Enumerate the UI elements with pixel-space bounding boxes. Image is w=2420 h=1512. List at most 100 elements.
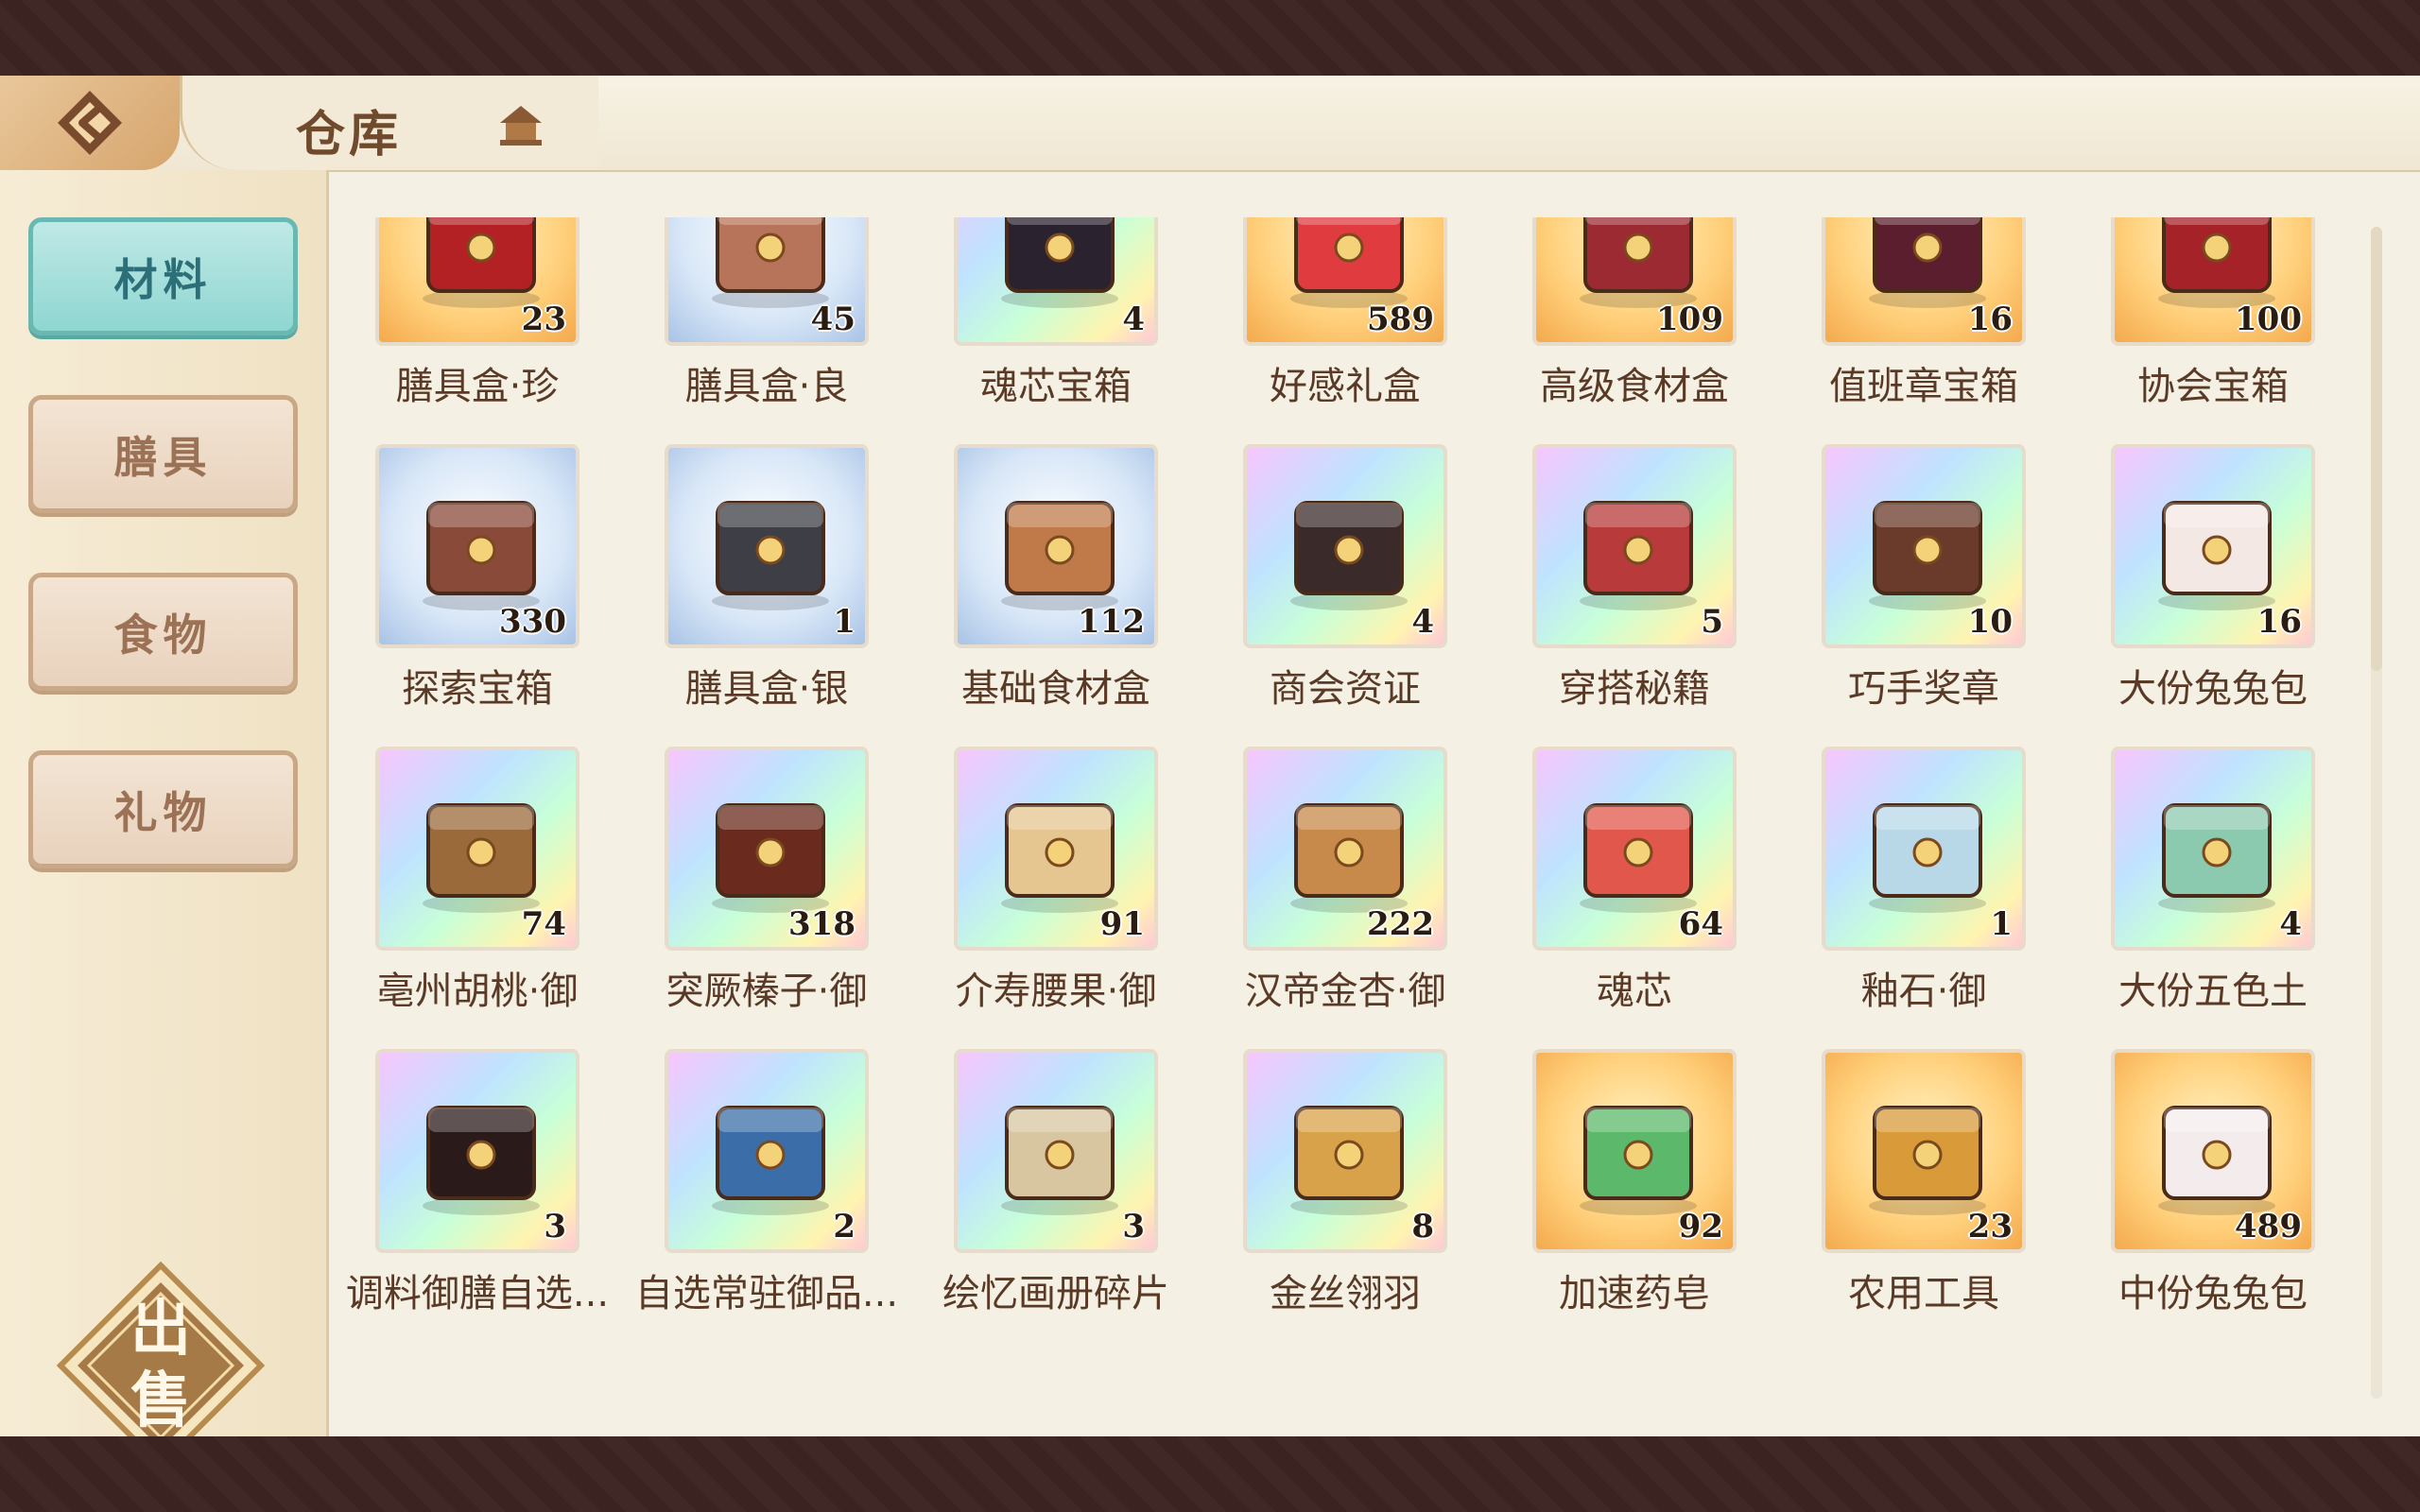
item-card[interactable]: 3 (375, 1049, 579, 1253)
item-card[interactable]: 8 (1243, 1049, 1447, 1253)
inventory-item[interactable]: 23 农用工具 (1782, 1049, 2066, 1351)
inventory-item[interactable]: 91 介寿腰果·御 (914, 747, 1198, 1049)
soul-flame-icon (1580, 803, 1697, 913)
inventory-item[interactable]: 8 金丝翎羽 (1203, 1049, 1487, 1351)
inventory-item[interactable]: 3 绘忆画册碎片 (914, 1049, 1198, 1351)
item-card[interactable]: 4 (954, 217, 1158, 346)
card-icon (1290, 501, 1408, 610)
inventory-item[interactable]: 45 膳具盒·良 (625, 217, 908, 444)
item-card[interactable]: 4 (2111, 747, 2315, 951)
inventory-item[interactable]: 1 膳具盒·银 (625, 444, 908, 747)
item-name: 膳具盒·银 (684, 667, 849, 711)
inventory-item[interactable]: 4 商会资证 (1203, 444, 1487, 747)
item-name: 加速药皂 (1559, 1272, 1710, 1315)
item-card[interactable]: 5 (1532, 444, 1737, 648)
item-count: 23 (1967, 1208, 2013, 1246)
item-count: 10 (1967, 603, 2013, 641)
almond-icon (1290, 803, 1408, 913)
item-card[interactable]: 222 (1243, 747, 1447, 951)
item-count: 4 (1122, 301, 1145, 338)
inventory-item[interactable]: 2 自选常驻御品... (625, 1049, 908, 1351)
item-card[interactable]: 318 (665, 747, 869, 951)
lacquer-box-icon (423, 1106, 540, 1215)
inventory-item[interactable]: 589 好感礼盒 (1203, 217, 1487, 444)
item-count: 16 (1967, 301, 2013, 338)
red-chest-icon (2158, 217, 2275, 308)
item-count: 489 (2235, 1208, 2302, 1246)
item-name: 膳具盒·良 (684, 365, 849, 408)
inventory-item[interactable]: 5 穿搭秘籍 (1493, 444, 1776, 747)
item-card[interactable]: 589 (1243, 217, 1447, 346)
item-card[interactable]: 2 (665, 1049, 869, 1253)
inventory-item[interactable]: 489 中份兔兔包 (2071, 1049, 2355, 1351)
item-card[interactable]: 1 (665, 444, 869, 648)
inventory-item[interactable]: 74 亳州胡桃·御 (336, 747, 619, 1049)
inventory-item[interactable]: 330 探索宝箱 (336, 444, 619, 747)
item-name: 高级食材盒 (1540, 365, 1729, 408)
wood-box-icon (712, 217, 829, 308)
item-name: 协会宝箱 (2137, 365, 2289, 408)
tab-gifts[interactable]: 礼物 (28, 750, 298, 868)
inventory-item[interactable]: 109 高级食材盒 (1493, 217, 1776, 444)
warehouse-panel: 仓库 材料 膳具 食物 礼物 出 售 23 膳具盒·珍 45 膳具盒·良 4 魂… (0, 76, 2420, 1470)
item-name: 亳州胡桃·御 (376, 970, 579, 1013)
bun-icon (2158, 501, 2275, 610)
item-card[interactable]: 112 (954, 444, 1158, 648)
item-count: 1 (833, 603, 856, 641)
item-card[interactable]: 330 (375, 444, 579, 648)
item-card[interactable]: 3 (954, 1049, 1158, 1253)
page-title: 仓库 (296, 106, 403, 163)
item-card[interactable]: 23 (375, 217, 579, 346)
inventory-item[interactable]: 23 膳具盒·珍 (336, 217, 619, 444)
hazelnut-icon (712, 803, 829, 913)
item-count: 16 (2256, 603, 2302, 641)
tab-gifts-label: 礼物 (113, 786, 213, 838)
item-card[interactable]: 64 (1532, 747, 1737, 951)
item-grid: 23 膳具盒·珍 45 膳具盒·良 4 魂芯宝箱 589 好感礼盒 109 高级食材盒 16 值班章宝… (336, 217, 2377, 1418)
inventory-item[interactable]: 16 值班章宝箱 (1782, 217, 2066, 444)
item-card[interactable]: 109 (1532, 217, 1737, 346)
item-card[interactable]: 45 (665, 217, 869, 346)
item-card[interactable]: 1 (1822, 747, 2026, 951)
item-name: 穿搭秘籍 (1559, 667, 1710, 711)
item-card[interactable]: 10 (1822, 444, 2026, 648)
tab-materials[interactable]: 材料 (28, 217, 298, 335)
item-card[interactable]: 16 (1822, 217, 2026, 346)
tab-tableware[interactable]: 膳具 (28, 395, 298, 513)
basket-box-icon (1001, 501, 1118, 610)
item-count: 3 (1122, 1208, 1145, 1246)
item-card[interactable]: 489 (2111, 1049, 2315, 1253)
item-name: 巧手奖章 (1848, 667, 1999, 711)
toolbox-icon (1869, 1106, 1986, 1215)
item-count: 589 (1367, 301, 1434, 338)
item-name: 魂芯宝箱 (980, 365, 1132, 408)
inventory-item[interactable]: 92 加速药皂 (1493, 1049, 1776, 1351)
tab-food[interactable]: 食物 (28, 573, 298, 691)
item-card[interactable]: 100 (2111, 217, 2315, 346)
inventory-item[interactable]: 16 大份兔兔包 (2071, 444, 2355, 747)
inventory-item[interactable]: 112 基础食材盒 (914, 444, 1198, 747)
inventory-item[interactable]: 64 魂芯 (1493, 747, 1776, 1049)
home-icon[interactable] (494, 98, 547, 151)
item-card[interactable]: 92 (1532, 1049, 1737, 1253)
item-card[interactable]: 16 (2111, 444, 2315, 648)
item-count: 2 (833, 1208, 856, 1246)
basket-icon (1001, 217, 1118, 308)
inventory-item[interactable]: 4 魂芯宝箱 (914, 217, 1198, 444)
inventory-item[interactable]: 10 巧手奖章 (1782, 444, 2066, 747)
item-card[interactable]: 23 (1822, 1049, 2026, 1253)
item-card[interactable]: 91 (954, 747, 1158, 951)
inventory-item[interactable]: 3 调料御膳自选... (336, 1049, 619, 1351)
inventory-item[interactable]: 318 突厥榛子·御 (625, 747, 908, 1049)
inventory-item[interactable]: 222 汉帝金杏·御 (1203, 747, 1487, 1049)
inventory-item[interactable]: 4 大份五色土 (2071, 747, 2355, 1049)
inventory-item[interactable]: 1 釉石·御 (1782, 747, 2066, 1049)
item-name: 魂芯 (1597, 970, 1672, 1013)
item-card[interactable]: 4 (1243, 444, 1447, 648)
category-sidebar: 材料 膳具 食物 礼物 出 售 (0, 170, 329, 1470)
back-button[interactable] (0, 76, 180, 170)
item-card[interactable]: 74 (375, 747, 579, 951)
item-count: 8 (1411, 1208, 1434, 1246)
item-name: 中份兔兔包 (2118, 1272, 2308, 1315)
inventory-item[interactable]: 100 协会宝箱 (2071, 217, 2355, 444)
